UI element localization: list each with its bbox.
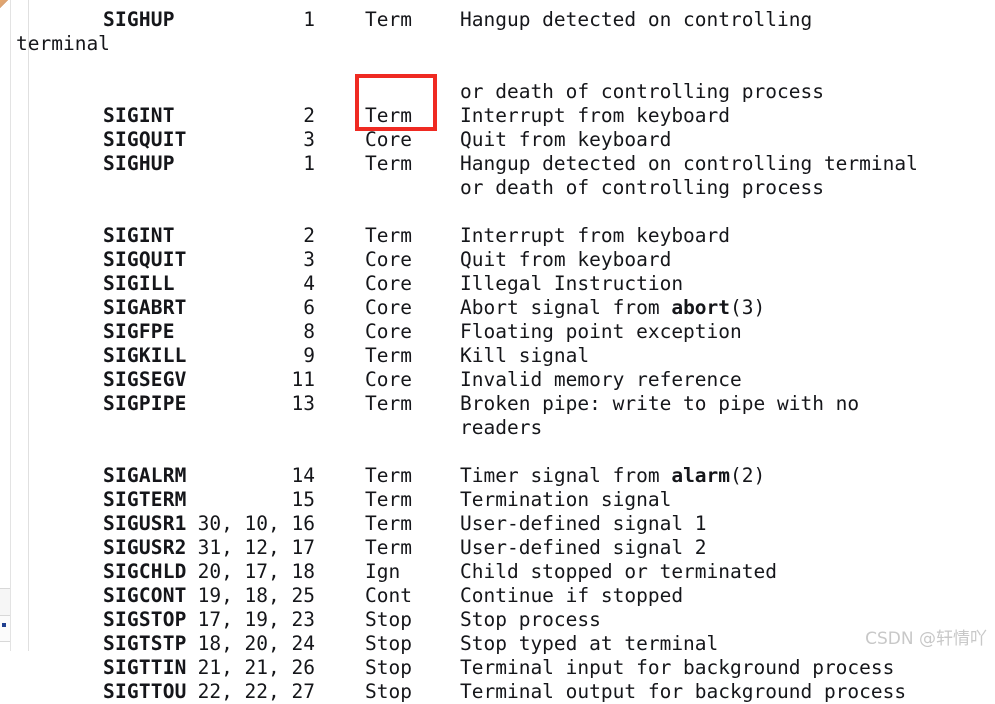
- signal-action: Core: [365, 248, 412, 271]
- signal-number: 8: [303, 320, 315, 343]
- signal-description: Invalid memory reference: [460, 368, 742, 391]
- gutter-panel-lower: [0, 616, 10, 642]
- signal-action: Core: [365, 320, 412, 343]
- signal-description: Terminal output for background process: [460, 680, 907, 703]
- signal-number: 9: [303, 344, 315, 367]
- signal-number: 17, 19, 23: [197, 608, 315, 631]
- continuation-text: readers: [460, 416, 543, 439]
- signal-description: Hangup detected on controlling terminal: [460, 152, 918, 175]
- left-gutter: [0, 0, 11, 651]
- signal-number: 1: [303, 152, 315, 175]
- signal-description: Quit from keyboard: [460, 128, 672, 151]
- signal-table: SIGHUP 1 Term Hangup detected on controllin…: [16, 0, 995, 703]
- signal-action: Term: [365, 464, 412, 487]
- signal-action: Term: [365, 152, 412, 175]
- watermark-text: CSDN @轩情吖: [865, 629, 987, 649]
- signal-action: Term: [365, 344, 412, 367]
- signal-number: 1: [303, 8, 315, 31]
- signal-description: Continue if stopped: [460, 584, 684, 607]
- signal-number: 3: [303, 248, 315, 271]
- description-suffix: (2): [730, 464, 766, 487]
- signal-description: Broken pipe: write to pipe with no: [460, 392, 860, 415]
- signal-action: Core: [365, 128, 412, 151]
- continuation-text: or death of controlling process: [460, 80, 824, 103]
- gutter-panel-upper: [0, 588, 10, 616]
- signal-action: Ign: [365, 560, 401, 583]
- description-manref: abort: [671, 296, 731, 319]
- signal-number: 15: [291, 488, 315, 511]
- description-prefix: Abort signal from: [460, 296, 672, 319]
- signal-description: Floating point exception: [460, 320, 742, 343]
- signal-description: Illegal Instruction: [460, 272, 684, 295]
- signal-description: Quit from keyboard: [460, 248, 672, 271]
- signal-description: Kill signal: [460, 344, 590, 367]
- screenshot-root: SIGHUP 1 Term Hangup detected on controllin…: [0, 0, 995, 703]
- signal-action: Term: [365, 8, 412, 31]
- red-highlight-annotation: [355, 74, 437, 131]
- signal-number: 21, 21, 26: [197, 656, 315, 679]
- signal-description: Termination signal: [460, 488, 672, 511]
- signal-description: Interrupt from keyboard: [460, 224, 731, 247]
- signal-action: Term: [365, 536, 412, 559]
- signal-number: 2: [303, 224, 315, 247]
- signal-number: 20, 17, 18: [197, 560, 315, 583]
- signal-description: Abort signal from abort(3): [460, 296, 990, 320]
- signal-description: Interrupt from keyboard: [460, 104, 731, 127]
- signal-description: User-defined signal 1: [460, 512, 707, 535]
- signal-action: Stop: [365, 680, 412, 703]
- signal-number: 3: [303, 128, 315, 151]
- continuation-text: or death of controlling process: [460, 176, 824, 199]
- description-manref: alarm: [671, 464, 731, 487]
- signal-action: Term: [365, 224, 412, 247]
- signal-action: Core: [365, 368, 412, 391]
- signal-action: Core: [365, 296, 412, 319]
- signal-number: 22, 22, 27: [197, 680, 315, 703]
- signal-action: Stop: [365, 656, 412, 679]
- signal-number: 4: [303, 272, 315, 295]
- signal-number: 13: [291, 392, 315, 415]
- signal-action: Cont: [365, 584, 412, 607]
- status-dot-icon: [2, 623, 6, 627]
- description-suffix: (3): [730, 296, 766, 319]
- signal-number: 30, 10, 16: [197, 512, 315, 535]
- signal-number: 19, 18, 25: [197, 584, 315, 607]
- signal-action: Term: [365, 392, 412, 415]
- description-prefix: Timer signal from: [460, 464, 672, 487]
- signal-description: Hangup detected on controlling: [460, 8, 813, 31]
- signal-number: 6: [303, 296, 315, 319]
- wrapped-text: terminal: [16, 32, 110, 55]
- signal-number: 2: [303, 104, 315, 127]
- signal-action: Stop: [365, 632, 412, 655]
- signal-action: Stop: [365, 608, 412, 631]
- signal-description: Child stopped or terminated: [460, 560, 777, 583]
- signal-action: Term: [365, 488, 412, 511]
- signal-description: User-defined signal 2: [460, 536, 707, 559]
- corner-mark-icon: [0, 0, 9, 9]
- signal-number: 11: [291, 368, 315, 391]
- signal-number: 31, 12, 17: [197, 536, 315, 559]
- signal-description: Terminal input for background process: [460, 656, 895, 679]
- signal-action: Core: [365, 272, 412, 295]
- signal-number: 18, 20, 24: [197, 632, 315, 655]
- signal-action: Term: [365, 512, 412, 535]
- content-left-divider: [28, 0, 29, 651]
- signal-number: 14: [291, 464, 315, 487]
- signal-description: Timer signal from alarm(2): [460, 464, 990, 488]
